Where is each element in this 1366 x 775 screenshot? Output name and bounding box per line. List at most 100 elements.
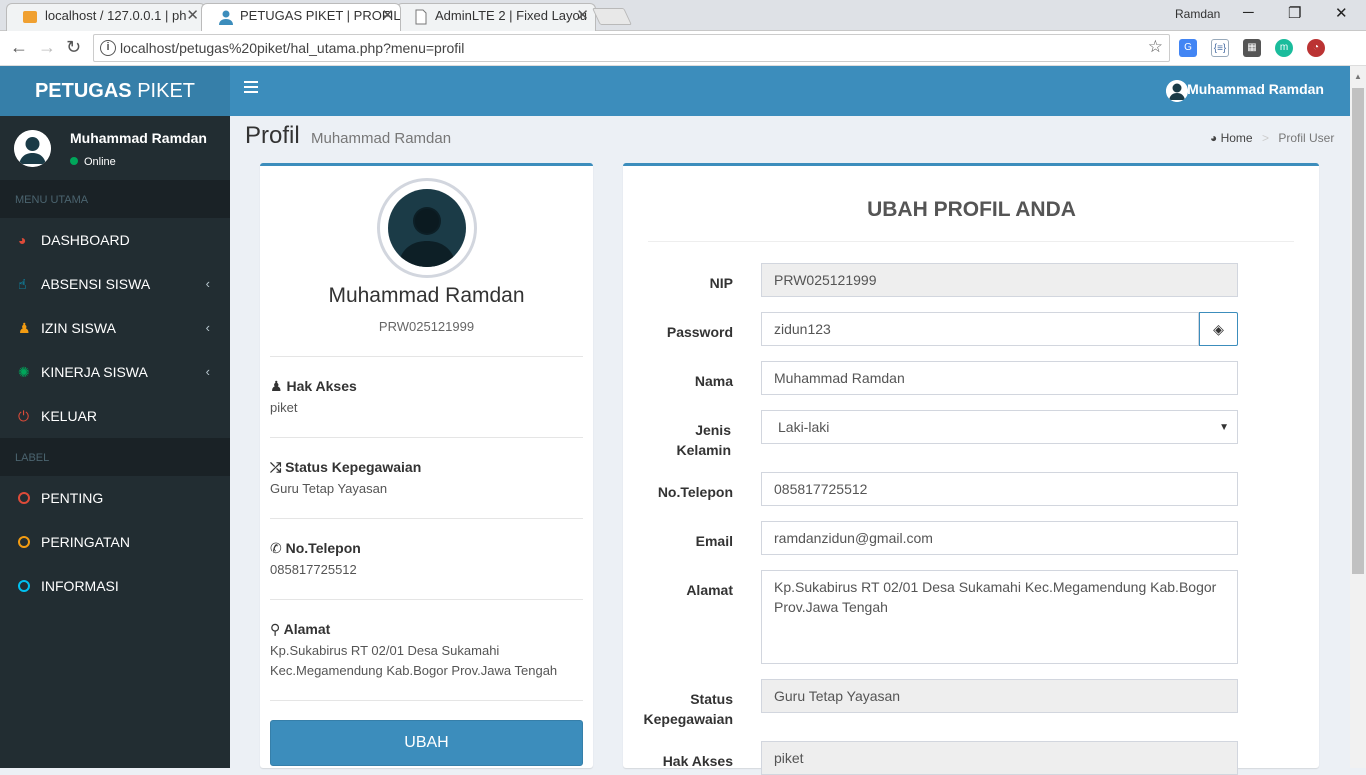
back-icon[interactable]: ← [10, 37, 28, 58]
hak-akses-label: ♟ Hak Akses [270, 378, 357, 394]
breadcrumb-current: Profil User [1278, 131, 1335, 145]
browser-tab-phpmyadmin[interactable]: localhost / 127.0.0.1 | ph ✕ [6, 3, 206, 31]
scrollbar-thumb[interactable] [1352, 88, 1364, 574]
user-icon [219, 10, 233, 25]
jenis-kelamin-label: Jenis Kelamin [676, 422, 731, 458]
person-icon: ♟ [18, 320, 31, 336]
password-label: Password [666, 324, 733, 340]
scroll-up-arrow-icon[interactable]: ▲ [1354, 72, 1362, 81]
sidebar: Muhammad Ramdan Online MENU UTAMA ◕ DASH… [0, 116, 230, 768]
translate-extension-icon[interactable]: G [1179, 39, 1197, 57]
ubah-button[interactable]: UBAH [270, 720, 583, 766]
telepon-value: 085817725512 [270, 562, 357, 577]
url-text[interactable]: localhost/petugas%20piket/hal_utama.php?… [120, 40, 464, 56]
circle-icon [18, 580, 30, 592]
chevron-left-icon: ‹ [205, 364, 210, 379]
sidebar-item-keluar[interactable]: ⏻ KELUAR [0, 394, 230, 438]
chevron-left-icon: ‹ [205, 276, 210, 291]
page-scrollbar[interactable]: ▲ [1350, 66, 1366, 768]
alamat-form-label: Alamat [686, 582, 733, 598]
page-title: Profil [245, 122, 300, 149]
power-icon: ⏻ [18, 408, 30, 424]
window-user-label: Ramdan [1175, 7, 1221, 21]
jenis-kelamin-select[interactable]: Laki-laki ▼ [761, 410, 1238, 444]
status-form-label: Status Kepegawaian [643, 691, 733, 727]
bookmark-star-icon[interactable]: ☆ [1148, 37, 1163, 57]
sidebar-item-kinerja[interactable]: ✺ KINERJA SISWA ‹ [0, 350, 230, 394]
close-icon[interactable]: ✕ [186, 4, 199, 28]
restore-icon[interactable]: ❐ [1288, 4, 1301, 22]
person-icon: ♟ [270, 378, 287, 394]
color-extension-icon[interactable]: ◔ [1307, 39, 1325, 57]
page-icon [415, 9, 427, 25]
status-label: ⤮ Status Kepegawaian [270, 459, 422, 475]
online-dot-icon [70, 157, 78, 165]
navbar-user-name[interactable]: Muhammad Ramdan [1187, 81, 1324, 97]
profile-nip: PRW025121999 [378, 319, 475, 334]
eye-slash-icon: ◈ [1213, 321, 1224, 337]
browser-toolbar: ← → ↻ i localhost/petugas%20piket/hal_ut… [0, 31, 1366, 89]
status-field[interactable]: Guru Tetap Yayasan [761, 679, 1238, 713]
reload-icon[interactable]: ↻ [66, 37, 81, 58]
alamat-label: ⚲ Alamat [270, 621, 331, 637]
spinner-icon: ✺ [18, 364, 30, 380]
minimize-icon[interactable]: ─ [1243, 4, 1254, 21]
profile-name: Muhammad Ramdan [328, 284, 525, 307]
dropdown-arrow-icon: ▼ [1219, 422, 1229, 433]
info-icon[interactable]: i [100, 40, 116, 56]
hak-akses-field[interactable]: piket [761, 741, 1238, 775]
browser-tab-strip: localhost / 127.0.0.1 | ph ✕ PETUGAS PIK… [0, 0, 1366, 31]
top-navbar: Muhammad Ramdan [230, 66, 1350, 116]
m-extension-icon[interactable]: m [1275, 39, 1293, 57]
form-title: UBAH PROFIL ANDA [867, 198, 1076, 221]
sidebar-user-panel: Muhammad Ramdan Online [0, 116, 230, 180]
user-silhouette-icon [398, 207, 456, 267]
sidebar-header-label: LABEL [0, 438, 230, 476]
close-icon[interactable]: ✕ [576, 4, 589, 28]
email-label: Email [695, 533, 733, 549]
qr-code-extension-icon[interactable]: ▦ [1243, 39, 1261, 57]
phone-icon: ✆ [270, 540, 286, 556]
nama-field[interactable]: Muhammad Ramdan [761, 361, 1238, 395]
browser-tab-profil[interactable]: PETUGAS PIKET | PROFIL ✕ [201, 3, 401, 31]
address-bar[interactable]: i localhost/petugas%20piket/hal_utama.ph… [93, 34, 1170, 62]
sidebar-item-izin[interactable]: ♟ IZIN SISWA ‹ [0, 306, 230, 350]
sidebar-user-name: Muhammad Ramdan [70, 130, 207, 146]
alamat-value: Kp.Sukabirus RT 02/01 Desa Sukamahi Kec.… [270, 643, 558, 678]
sidebar-item-dashboard[interactable]: ◕ DASHBOARD [0, 218, 230, 262]
chevron-left-icon: ‹ [205, 320, 210, 335]
sidebar-toggle-icon[interactable] [244, 81, 258, 93]
alamat-textarea[interactable]: Kp.Sukabirus RT 02/01 Desa Sukamahi Kec.… [761, 570, 1238, 664]
profile-card: Muhammad Ramdan PRW025121999 ♟ Hak Akses… [260, 163, 593, 768]
app-logo[interactable]: PETUGAS PIKET [0, 66, 230, 116]
page-subtitle: Muhammad Ramdan [311, 130, 452, 147]
avatar[interactable] [1166, 80, 1188, 102]
sidebar-label-penting[interactable]: PENTING [0, 476, 230, 520]
edit-profile-form: UBAH PROFIL ANDA NIP PRW025121999 Passwo… [623, 163, 1319, 775]
sidebar-item-absensi[interactable]: ☝ ABSENSI SISWA ‹ [0, 262, 230, 306]
sidebar-label-informasi[interactable]: INFORMASI [0, 564, 230, 608]
close-window-icon[interactable]: ✕ [1335, 4, 1348, 22]
online-status: Online [70, 156, 116, 168]
browser-tab-adminlte[interactable]: AdminLTE 2 | Fixed Layou ✕ [396, 3, 596, 31]
phpmyadmin-icon [23, 11, 37, 23]
dashboard-icon: ◕ [1210, 131, 1218, 145]
telepon-field[interactable]: 085817725512 [761, 472, 1238, 506]
email-field[interactable]: ramdanzidun@gmail.com [761, 521, 1238, 555]
dashboard-icon: ◕ [18, 232, 27, 248]
forward-icon[interactable]: → [38, 37, 56, 58]
shuffle-icon: ⤮ [270, 459, 286, 475]
sidebar-header-menu: MENU UTAMA [0, 180, 230, 218]
sidebar-label-peringatan[interactable]: PERINGATAN [0, 520, 230, 564]
avatar [14, 130, 51, 167]
map-marker-icon: ⚲ [270, 621, 284, 637]
circle-icon [18, 492, 30, 504]
toggle-password-button[interactable]: ◈ [1199, 312, 1238, 346]
hak-akses-value: piket [270, 400, 298, 415]
json-extension-icon[interactable]: {≡} [1211, 39, 1229, 57]
password-field[interactable]: zidun123 [761, 312, 1199, 346]
close-icon[interactable]: ✕ [381, 4, 394, 28]
nip-field[interactable]: PRW025121999 [761, 263, 1238, 297]
new-tab-button[interactable] [592, 8, 632, 25]
breadcrumb-home[interactable]: Home [1221, 131, 1253, 145]
